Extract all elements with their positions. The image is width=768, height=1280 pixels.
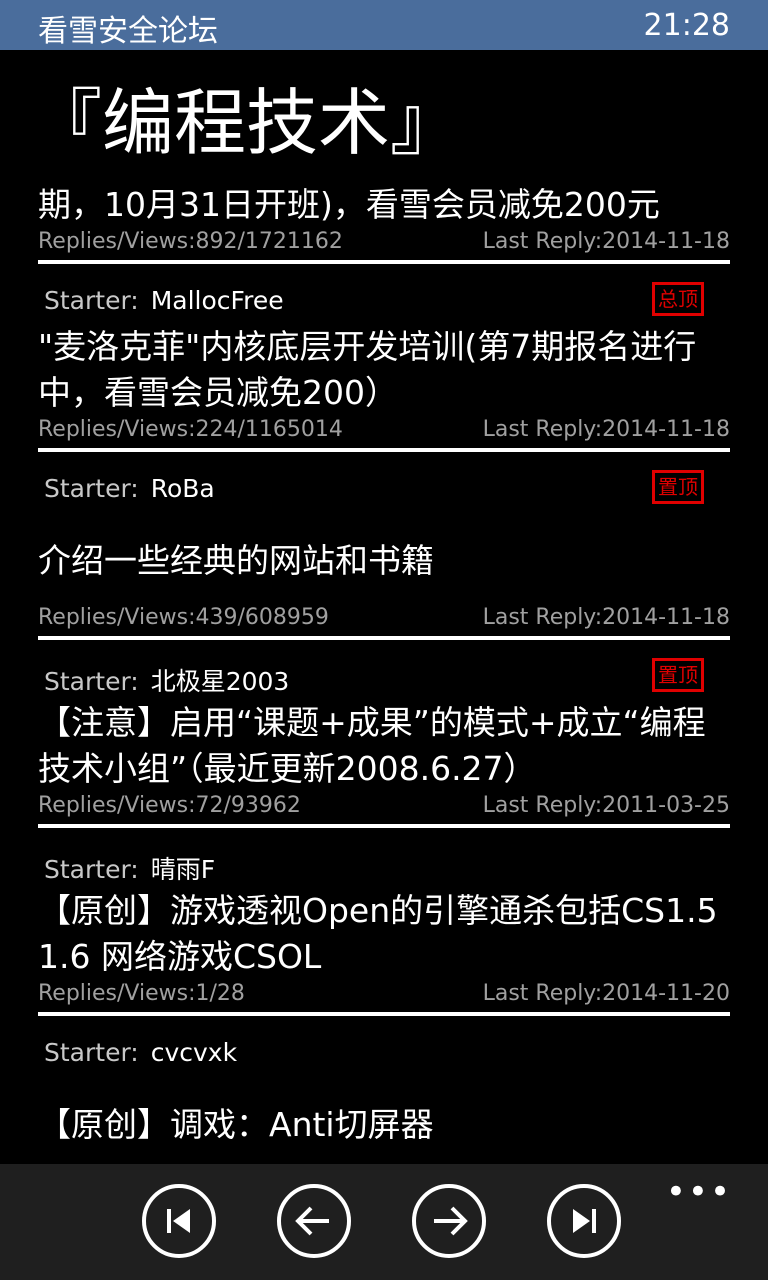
starter-name: cvcvxk <box>150 1038 238 1067</box>
starter-name: RoBa <box>150 474 215 503</box>
thread-title[interactable]: 【注意】启用“课题+成果”的模式+成立“编程技术小组”（最近更新2008.6.2… <box>38 700 730 792</box>
thread-title[interactable]: 【原创】调戏：Anti切屏器 <box>38 1102 730 1148</box>
last-reply: Last Reply:2011-03-25 <box>482 793 730 818</box>
starter-label: Starter: <box>44 855 139 884</box>
sticky-badge: 总顶 <box>652 282 704 316</box>
thread-title[interactable]: 介绍一些经典的网站和书籍 <box>38 538 730 584</box>
starter: Starter: 晴雨F <box>44 850 215 886</box>
starter: Starter: cvcvxk <box>44 1038 237 1067</box>
starter: Starter: MallocFree <box>44 286 284 315</box>
thread-item[interactable]: Starter: MallocFree 总顶 "麦洛克菲"内核底层开发培训(第7期… <box>38 264 730 452</box>
replies-views: Replies/Views:1/28 <box>38 981 245 1006</box>
thread-title[interactable]: 【原创】游戏透视Open的引擎通杀包括CS1.5 1.6 网络游戏CSOL <box>38 888 730 980</box>
thread-item[interactable]: Starter: 晴雨F 【原创】游戏透视Open的引擎通杀包括CS1.5 1.6… <box>38 828 730 1016</box>
skip-forward-icon <box>573 1209 596 1233</box>
sticky-badge: 置顶 <box>652 658 704 692</box>
last-reply: Last Reply:2014-11-20 <box>482 981 730 1006</box>
page-title: 『编程技术』 <box>30 81 463 165</box>
replies-views: Replies/Views:439/608959 <box>38 605 329 630</box>
replies-views: Replies/Views:224/1165014 <box>38 417 343 442</box>
thread-list[interactable]: 期，10月31日开班)，看雪会员减免200元 Replies/Views:892… <box>38 178 730 1164</box>
replies-views: Replies/Views:892/1721162 <box>38 229 343 254</box>
starter-label: Starter: <box>44 1038 139 1067</box>
starter-label: Starter: <box>44 286 139 315</box>
thread-item[interactable]: Starter: RoBa 置顶 介绍一些经典的网站和书籍 Replies/Vie… <box>38 452 730 640</box>
last-reply: Last Reply:2014-11-18 <box>482 605 730 630</box>
starter-name: MallocFree <box>150 286 284 315</box>
status-bar: 看雪安全论坛 21:28 <box>0 0 768 50</box>
thread-item[interactable]: Starter: 北极星2003 置顶 【注意】启用“课题+成果”的模式+成立“编… <box>38 640 730 828</box>
starter: Starter: 北极星2003 <box>44 662 289 698</box>
starter-name: 晴雨F <box>150 855 216 884</box>
starter: Starter: RoBa <box>44 474 215 503</box>
sticky-badge: 置顶 <box>652 470 704 504</box>
starter-label: Starter: <box>44 667 139 696</box>
thread-title[interactable]: 期，10月31日开班)，看雪会员减免200元 <box>38 182 730 228</box>
skip-back-icon <box>167 1209 190 1233</box>
arrow-right-icon <box>434 1206 468 1236</box>
last-reply: Last Reply:2014-11-18 <box>482 229 730 254</box>
next-page-button[interactable] <box>412 1184 486 1258</box>
more-menu-icon[interactable]: ••• <box>666 1172 732 1212</box>
thread-item[interactable]: Starter: cvcvxk 【原创】调戏：Anti切屏器 <box>38 1016 730 1164</box>
thread-title[interactable]: "麦洛克菲"内核底层开发培训(第7期报名进行中，看雪会员减免200） <box>38 324 730 416</box>
first-page-button[interactable] <box>142 1184 216 1258</box>
previous-page-button[interactable] <box>277 1184 351 1258</box>
starter-label: Starter: <box>44 474 139 503</box>
app-title: 看雪安全论坛 <box>38 14 218 49</box>
thread-item[interactable]: 期，10月31日开班)，看雪会员减免200元 Replies/Views:892… <box>38 178 730 264</box>
last-page-button[interactable] <box>547 1184 621 1258</box>
arrow-left-icon <box>295 1206 329 1236</box>
replies-views: Replies/Views:72/93962 <box>38 793 301 818</box>
clock: 21:28 <box>643 8 730 43</box>
app-bar: ••• <box>0 1164 768 1280</box>
last-reply: Last Reply:2014-11-18 <box>482 417 730 442</box>
starter-name: 北极星2003 <box>150 667 290 696</box>
